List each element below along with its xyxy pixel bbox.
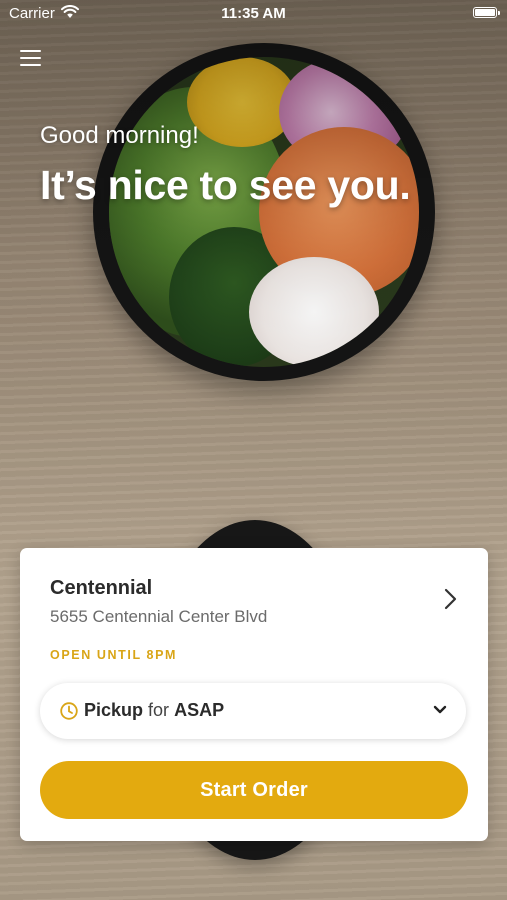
status-bar: Carrier 11:35 AM <box>0 0 507 28</box>
order-mode-dropdown[interactable]: Pickup for ASAP <box>40 683 466 739</box>
store-hours: OPEN UNTIL 8PM <box>50 648 178 662</box>
start-order-button[interactable]: Start Order <box>40 761 468 819</box>
location-card: Centennial 5655 Centennial Center Blvd O… <box>20 548 488 841</box>
menu-icon[interactable] <box>20 50 41 68</box>
store-selector[interactable]: Centennial 5655 Centennial Center Blvd <box>20 548 488 638</box>
order-time: ASAP <box>174 700 225 720</box>
store-address: 5655 Centennial Center Blvd <box>50 607 268 626</box>
chevron-down-icon <box>433 705 447 714</box>
chevron-right-icon <box>444 588 457 610</box>
headline-text: It’s nice to see you. <box>40 162 411 208</box>
battery-icon <box>473 7 500 18</box>
store-name: Centennial <box>50 577 153 599</box>
order-connector: for <box>148 700 170 720</box>
clock-icon <box>60 702 78 720</box>
clock-time: 11:35 AM <box>221 5 286 22</box>
order-type: Pickup <box>84 700 144 720</box>
order-mode-label: Pickup for ASAP <box>84 700 224 721</box>
greeting-text: Good morning! <box>40 122 199 149</box>
